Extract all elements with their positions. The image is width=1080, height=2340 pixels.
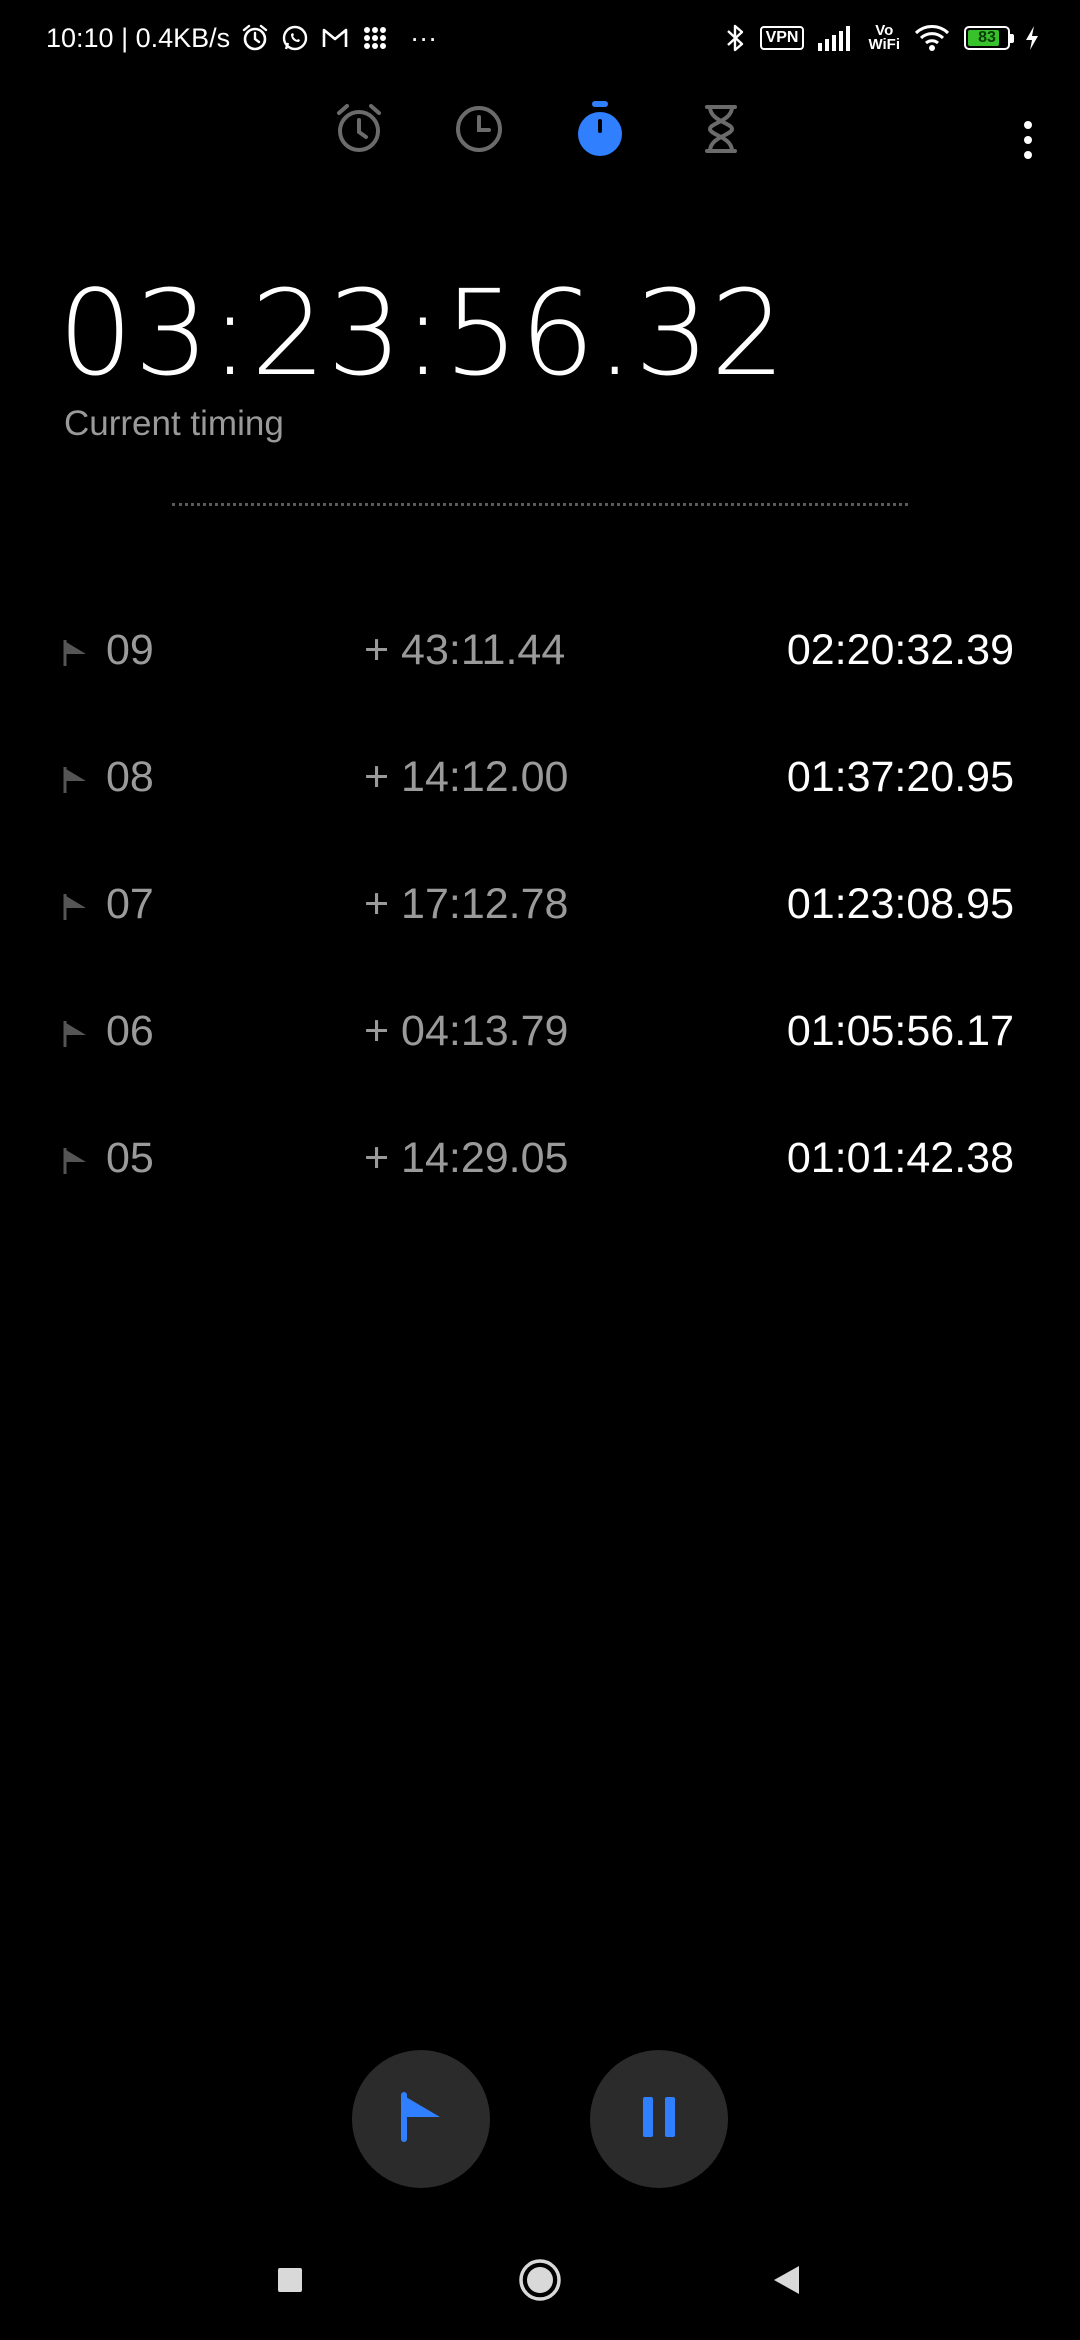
more-options-button[interactable] [998,112,1058,172]
status-right: VPN Vo WiFi 83 [724,22,1040,54]
lap-total: 01:37:20.95 [786,753,1014,801]
vpn-icon: VPN [759,26,805,50]
tab-alarm[interactable] [326,98,392,164]
lap-total: 01:01:42.38 [786,1134,1014,1182]
flag-icon [62,1019,90,1049]
lap-row: 06 + 04:13.79 01:05:56.17 [0,971,1080,1098]
lap-difference: + 17:12.78 [364,880,569,928]
alarm-status-icon [240,23,270,53]
stopwatch-icon [572,99,628,164]
flag-icon [62,638,90,668]
lap-row: 05 + 14:29.05 01:01:42.38 [0,1098,1080,1225]
more-vertical-icon [1022,120,1034,165]
back-button[interactable] [756,2252,816,2312]
lap-row: 09 + 43:11.44 02:20:32.39 [0,590,1080,717]
lap-list: 09 + 43:11.44 02:20:32.39 08 + 14:12.00 … [0,590,1080,1225]
lap-number: 06 [106,1007,154,1055]
lap-total: 01:05:56.17 [786,1007,1014,1055]
clock-icon [451,101,507,162]
battery-icon: 83 [964,26,1014,50]
lap-button[interactable] [352,2050,490,2188]
lap-number: 07 [106,880,154,928]
circle-icon [518,2258,562,2307]
gmail-icon [320,23,350,53]
lap-total: 02:20:32.39 [786,626,1014,674]
wifi-icon [914,24,950,52]
tab-stopwatch[interactable] [567,98,633,164]
current-time: 03:23:56.32 [58,264,787,402]
vowifi-icon: Vo WiFi [868,22,900,53]
signal-icon [818,25,854,51]
lap-row: 08 + 14:12.00 01:37:20.95 [0,717,1080,844]
lap-number: 08 [106,753,154,801]
status-time-speed: 10:10 | 0.4KB/s [46,22,231,53]
flag-icon [62,1146,90,1176]
lap-number: 09 [106,626,154,674]
apps-grid-icon [360,23,390,53]
hourglass-icon [693,101,749,162]
more-notifications-icon: ··· [410,22,438,53]
flag-icon [397,2091,445,2148]
status-bar: 10:10 | 0.4KB/s ··· VPN Vo WiFi 83 [0,0,1080,76]
lap-difference: + 14:29.05 [364,1134,569,1182]
lap-difference: + 04:13.79 [364,1007,569,1055]
flag-icon [62,765,90,795]
battery-level: 83 [978,29,996,46]
back-triangle-icon [771,2264,801,2301]
alarm-icon [331,101,387,162]
lap-difference: + 43:11.44 [364,626,566,674]
home-button[interactable] [510,2252,570,2312]
pause-icon [639,2095,679,2144]
stopwatch-screen: 10:10 | 0.4KB/s ··· VPN Vo WiFi 83 03:23… [0,0,1080,2340]
lap-difference: + 14:12.00 [364,753,569,801]
pause-button[interactable] [590,2050,728,2188]
lap-total: 01:23:08.95 [786,880,1014,928]
tab-bar [0,98,1080,164]
lap-row: 07 + 17:12.78 01:23:08.95 [0,844,1080,971]
lap-number: 05 [106,1134,154,1182]
current-timing-label: Current timing [64,404,284,443]
bluetooth-icon [724,22,746,54]
charging-bolt-icon [1024,24,1040,52]
navigation-bar [0,2236,1080,2336]
status-left: 10:10 | 0.4KB/s ··· [46,23,437,54]
divider [172,503,908,506]
flag-icon [62,892,90,922]
tab-clock[interactable] [446,98,512,164]
recents-button[interactable] [260,2252,320,2312]
tab-timer[interactable] [688,98,754,164]
whatsapp-icon [280,23,310,53]
square-icon [276,2266,304,2299]
